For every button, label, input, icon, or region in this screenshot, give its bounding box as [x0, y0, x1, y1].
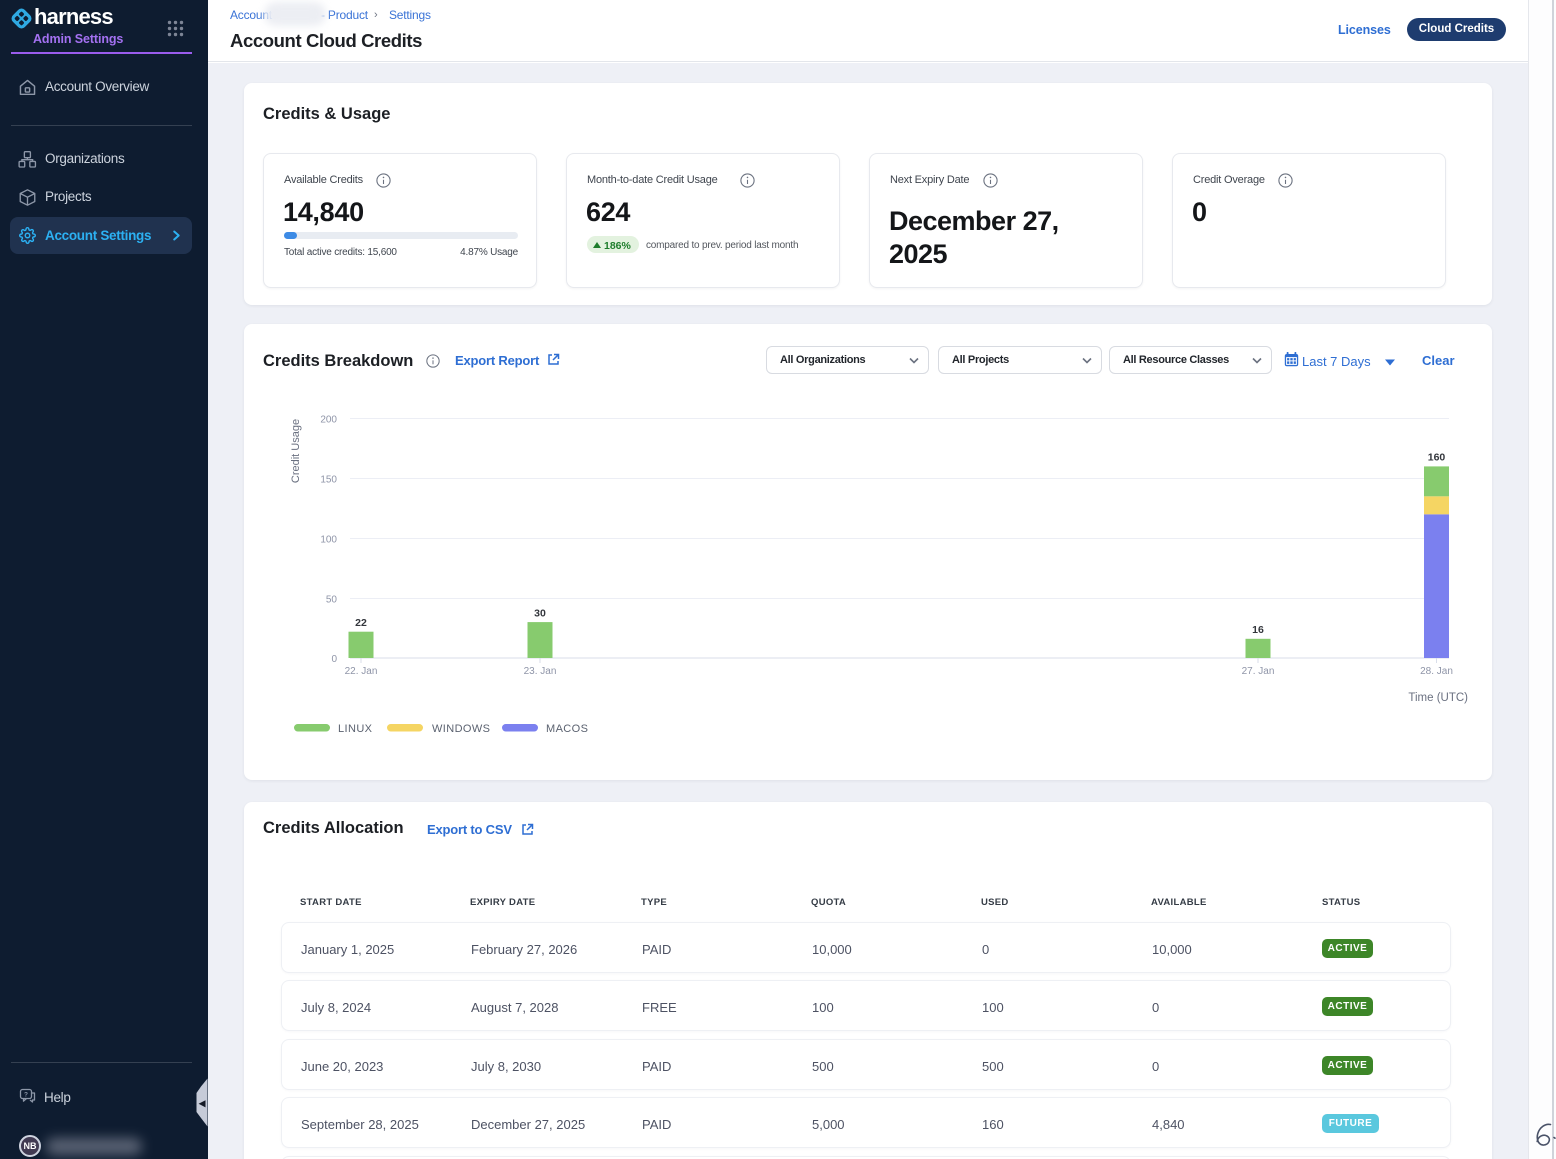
svg-text:WINDOWS: WINDOWS — [432, 723, 490, 735]
svg-text:100: 100 — [320, 535, 337, 546]
svg-text:150: 150 — [320, 475, 337, 486]
svg-text:22: 22 — [355, 617, 367, 629]
svg-text:0: 0 — [331, 654, 337, 665]
svg-text:27. Jan: 27. Jan — [1242, 666, 1275, 677]
svg-text:16: 16 — [1252, 624, 1264, 636]
svg-text:LINUX: LINUX — [338, 723, 373, 735]
svg-text:?: ? — [24, 1091, 28, 1098]
svg-text:50: 50 — [326, 595, 338, 606]
svg-text:200: 200 — [320, 415, 337, 426]
svg-text:30: 30 — [534, 608, 546, 620]
svg-text:23. Jan: 23. Jan — [524, 666, 557, 677]
svg-text:MACOS: MACOS — [546, 723, 588, 735]
svg-text:160: 160 — [1428, 452, 1446, 464]
svg-text:Credit Usage: Credit Usage — [290, 419, 302, 483]
svg-text:28. Jan: 28. Jan — [1420, 666, 1453, 677]
svg-text:22. Jan: 22. Jan — [345, 666, 378, 677]
svg-text:Time (UTC): Time (UTC) — [1408, 692, 1468, 704]
